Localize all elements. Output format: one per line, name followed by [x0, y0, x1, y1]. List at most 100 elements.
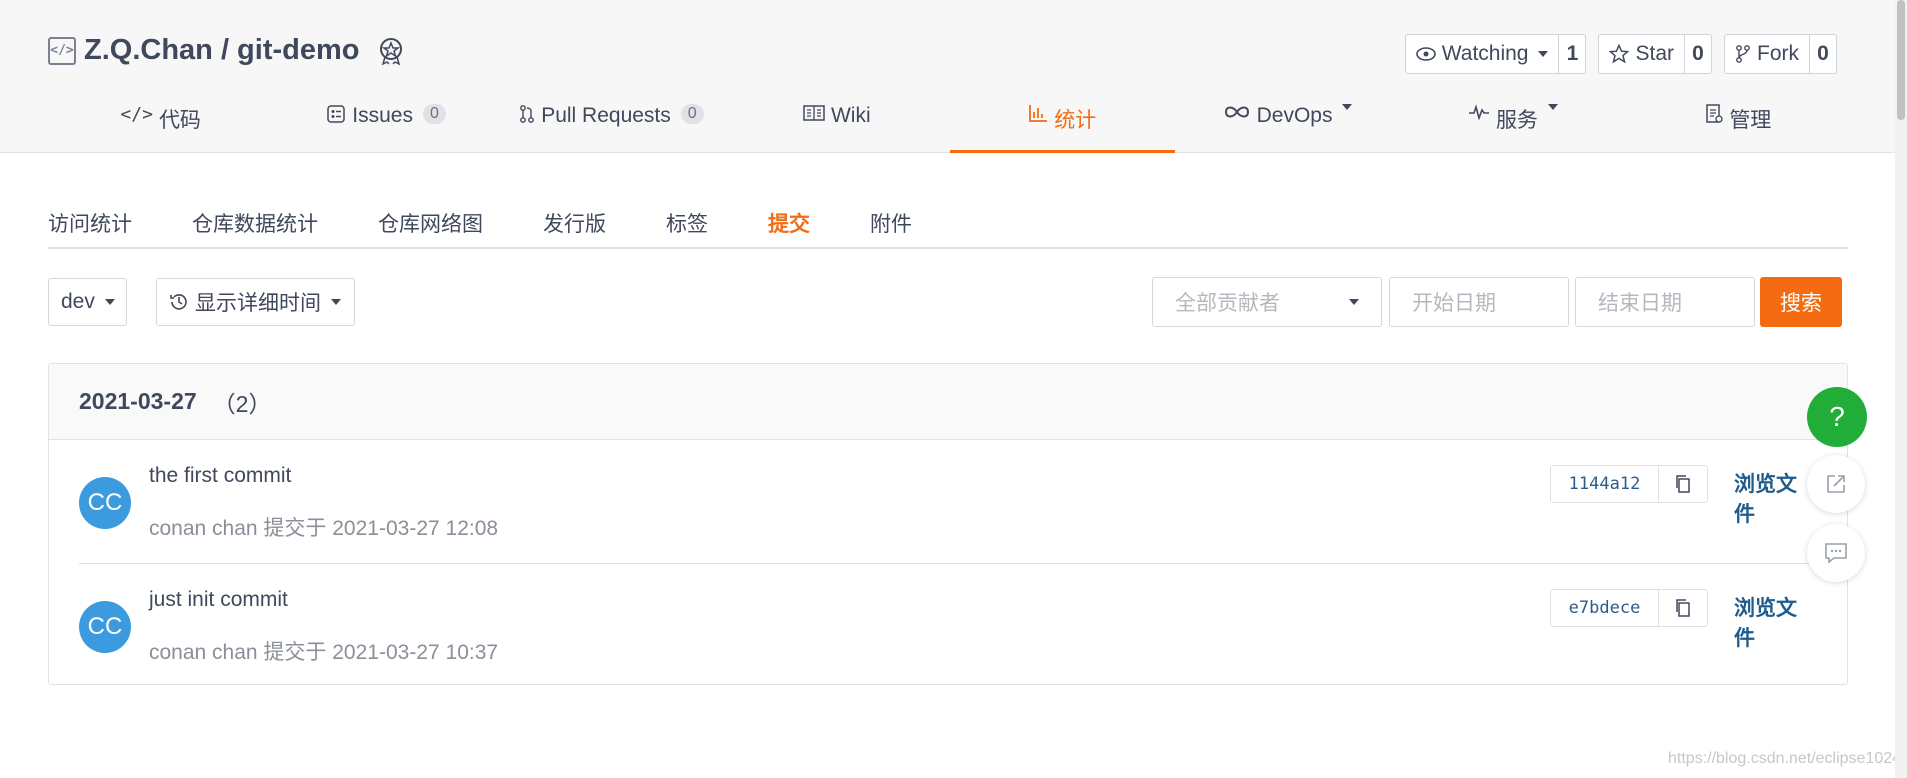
infinity-icon [1224, 106, 1249, 118]
star-icon [1609, 44, 1630, 64]
history-clock-icon [170, 294, 187, 310]
star-button[interactable]: Star 0 [1598, 34, 1712, 74]
eye-icon [1415, 47, 1436, 61]
repo-title-bar: </> Z.Q.Chan / git-demo [48, 34, 406, 67]
chat-icon [1825, 543, 1847, 564]
contributors-select[interactable]: 全部贡献者 [1152, 277, 1382, 327]
tab-pull-requests[interactable]: Pull Requests 0 [499, 96, 724, 153]
settings-doc-icon [1706, 104, 1723, 123]
avatar[interactable]: CC [79, 477, 131, 529]
award-badge-icon [379, 37, 402, 65]
pulse-icon [1468, 104, 1489, 120]
commit-sha[interactable]: 1144a12 [1551, 466, 1659, 502]
start-date-placeholder: 开始日期 [1412, 292, 1496, 315]
watch-label: Watching [1441, 42, 1529, 65]
show-detail-time-toggle[interactable]: 显示详细时间 [156, 278, 355, 326]
star-label: Star [1635, 42, 1674, 65]
fork-count[interactable]: 0 [1810, 35, 1836, 73]
share-button[interactable] [1807, 455, 1865, 513]
subnav-repo-data[interactable]: 仓库数据统计 [192, 200, 318, 247]
issues-icon [327, 105, 345, 123]
chevron-down-icon [1538, 51, 1549, 57]
tab-statistics-label: 统计 [1054, 109, 1097, 132]
tab-statistics[interactable]: 统计 [949, 96, 1176, 153]
repo-actions: Watching 1 Star 0 Fork 0 [1404, 34, 1837, 74]
start-date-field[interactable]: 开始日期 [1389, 277, 1569, 327]
chevron-down-icon [104, 299, 115, 305]
watch-count[interactable]: 1 [1559, 35, 1585, 73]
tab-code[interactable]: </> 代码 [48, 96, 273, 153]
book-icon [803, 105, 825, 121]
tab-wiki-label: Wiki [830, 104, 871, 127]
commit-sha-box: 1144a12 [1550, 465, 1708, 503]
tab-issues[interactable]: Issues 0 [273, 96, 498, 153]
end-date-field[interactable]: 结束日期 [1575, 277, 1755, 327]
repo-title[interactable]: Z.Q.Chan / git-demo [84, 34, 360, 67]
tab-manage-label: 管理 [1729, 109, 1772, 132]
tab-devops[interactable]: DevOps [1175, 96, 1400, 153]
tab-services[interactable]: 服务 [1400, 96, 1625, 153]
branch-select[interactable]: dev [48, 278, 127, 326]
scrollbar[interactable] [1895, 0, 1907, 778]
commit-row: CC the first commit conan chan 提交于 2021-… [79, 440, 1817, 563]
star-label-wrap[interactable]: Star [1599, 35, 1685, 73]
help-button[interactable]: ? [1807, 387, 1867, 447]
scrollbar-thumb[interactable] [1897, 0, 1905, 120]
commit-date: 2021-03-27 [79, 388, 197, 414]
copy-button[interactable] [1659, 590, 1707, 626]
avatar[interactable]: CC [79, 601, 131, 653]
subnav-visits[interactable]: 访问统计 [48, 200, 132, 247]
commit-meta: conan chan 提交于 2021-03-27 12:08 [149, 517, 499, 540]
fork-button[interactable]: Fork 0 [1724, 34, 1837, 74]
statistics-subnav: 访问统计 仓库数据统计 仓库网络图 发行版 标签 提交 附件 [48, 200, 1848, 249]
repo-tabs: </> 代码 Issues 0 Pull Requests 0 Wiki 统计 … [48, 96, 1851, 153]
watch-button[interactable]: Watching 1 [1404, 34, 1587, 74]
contributors-placeholder: 全部贡献者 [1175, 292, 1280, 315]
tab-services-label: 服务 [1495, 109, 1538, 132]
commit-message[interactable]: just init commit [149, 588, 288, 612]
copy-button[interactable] [1659, 466, 1707, 502]
chevron-down-icon [1342, 104, 1353, 110]
bar-chart-icon [1029, 105, 1048, 122]
watch-label-wrap[interactable]: Watching [1406, 35, 1560, 73]
commit-row: CC just init commit conan chan 提交于 2021-… [79, 563, 1817, 686]
chevron-down-icon [331, 299, 341, 305]
fork-icon [1736, 45, 1750, 63]
pull-request-icon [520, 105, 535, 123]
copy-icon [1676, 599, 1690, 617]
commit-meta: conan chan 提交于 2021-03-27 10:37 [149, 641, 499, 664]
chevron-down-icon [1547, 104, 1558, 110]
search-button[interactable]: 搜索 [1760, 277, 1842, 327]
end-date-placeholder: 结束日期 [1598, 292, 1682, 315]
subnav-releases[interactable]: 发行版 [543, 200, 606, 247]
feedback-button[interactable] [1807, 524, 1865, 582]
browse-files-link[interactable]: 浏览文件 [1734, 468, 1817, 528]
tab-code-label: 代码 [158, 109, 201, 132]
browse-files-link[interactable]: 浏览文件 [1734, 592, 1817, 652]
subnav-commits[interactable]: 提交 [768, 200, 810, 247]
code-icon: </> [120, 104, 153, 125]
copy-icon [1676, 475, 1690, 493]
pull-requests-count-badge: 0 [680, 104, 704, 124]
commit-sha[interactable]: e7bdece [1551, 590, 1659, 626]
tab-wiki[interactable]: Wiki [724, 96, 949, 153]
repo-header: </> Z.Q.Chan / git-demo Watching 1 Star … [0, 0, 1895, 153]
tab-pull-requests-label: Pull Requests [541, 104, 671, 127]
code-repo-icon: </> [48, 36, 76, 65]
show-detail-time-label: 显示详细时间 [195, 292, 321, 315]
commit-message[interactable]: the first commit [149, 464, 291, 488]
subnav-network-graph[interactable]: 仓库网络图 [378, 200, 483, 247]
tab-manage[interactable]: 管理 [1626, 96, 1851, 153]
star-count[interactable]: 0 [1685, 35, 1711, 73]
commit-count: （2） [212, 390, 272, 417]
commit-list: 2021-03-27 （2） CC the first commit conan… [48, 363, 1848, 685]
chevron-down-icon [1349, 299, 1359, 305]
commit-date-header: 2021-03-27 （2） [49, 364, 1847, 440]
subnav-tags[interactable]: 标签 [666, 200, 708, 247]
subnav-attachments[interactable]: 附件 [870, 200, 912, 247]
fork-label-wrap[interactable]: Fork [1725, 35, 1810, 73]
commit-sha-box: e7bdece [1550, 589, 1708, 627]
tab-issues-label: Issues [352, 104, 413, 127]
issues-count-badge: 0 [422, 104, 446, 124]
watermark: https://blog.csdn.net/eclipse1024 [1668, 750, 1902, 767]
